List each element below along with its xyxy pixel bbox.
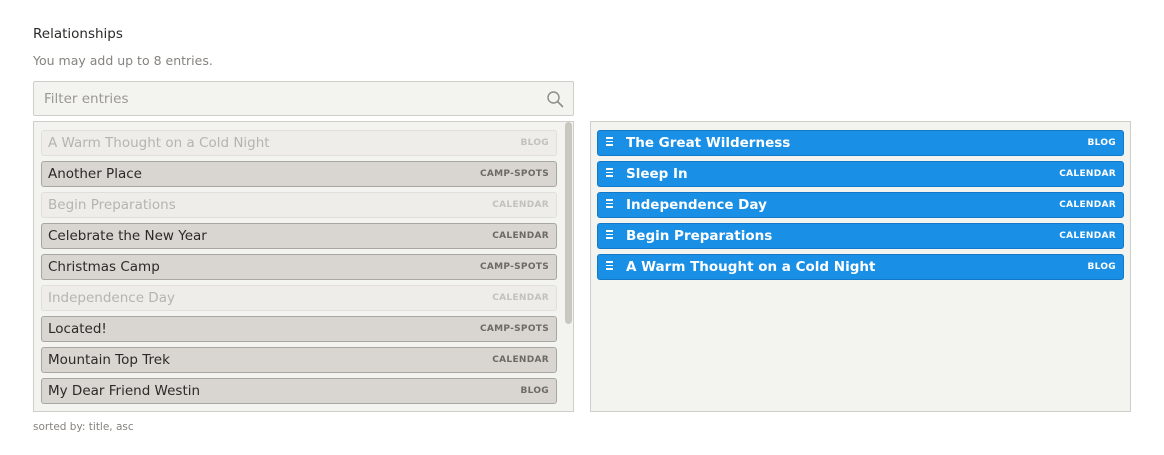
scrollbar[interactable] xyxy=(564,122,573,411)
entry-title: Christmas Camp xyxy=(48,259,160,275)
scrollbar-thumb[interactable] xyxy=(565,122,572,324)
chosen-entry-title: Sleep In xyxy=(626,166,688,182)
entry-title: Located! xyxy=(48,321,107,337)
field-instructions: You may add up to 8 entries. xyxy=(33,53,213,68)
field-label: Relationships xyxy=(33,26,123,42)
available-entry[interactable]: Christmas Camp CAMP-SPOTS xyxy=(41,254,557,280)
available-entry: Begin Preparations CALENDAR xyxy=(41,192,557,218)
entry-title: Celebrate the New Year xyxy=(48,228,207,244)
available-entry[interactable]: Located! CAMP-SPOTS xyxy=(41,316,557,342)
drag-handle-icon[interactable] xyxy=(606,261,614,273)
available-entries-list: A Warm Thought on a Cold Night BLOG Anothe… xyxy=(41,130,557,409)
entry-title: Independence Day xyxy=(48,290,175,306)
chosen-entry-title: A Warm Thought on a Cold Night xyxy=(626,259,876,275)
chosen-entry[interactable]: The Great Wilderness BLOG xyxy=(597,130,1124,156)
entry-title: A Warm Thought on a Cold Night xyxy=(48,135,270,151)
drag-handle-icon[interactable] xyxy=(606,230,614,242)
entry-section-tag: CALENDAR xyxy=(492,355,549,365)
chosen-entry-section-tag: BLOG xyxy=(1087,138,1116,148)
chosen-entry-title: Begin Preparations xyxy=(626,228,773,244)
chosen-entry-section-tag: CALENDAR xyxy=(1059,231,1116,241)
available-entry[interactable]: Mountain Top Trek CALENDAR xyxy=(41,347,557,373)
entry-title: Mountain Top Trek xyxy=(48,352,170,368)
entry-section-tag: CAMP-SPOTS xyxy=(479,324,549,334)
available-entry: Independence Day CALENDAR xyxy=(41,285,557,311)
chosen-entry-section-tag: CALENDAR xyxy=(1059,169,1116,179)
entry-title: Another Place xyxy=(48,166,142,182)
entry-section-tag: CAMP-SPOTS xyxy=(479,262,549,272)
entry-section-tag: CALENDAR xyxy=(492,231,549,241)
available-entry[interactable]: Another Place CAMP-SPOTS xyxy=(41,161,557,187)
drag-handle-icon[interactable] xyxy=(606,137,614,149)
drag-handle-icon[interactable] xyxy=(606,199,614,211)
entry-title: My Dear Friend Westin xyxy=(48,383,201,399)
available-entries-panel: A Warm Thought on a Cold Night BLOG Anothe… xyxy=(33,121,574,412)
chosen-entries-panel: The Great Wilderness BLOG Sleep In CALENDAR… xyxy=(590,121,1131,412)
entry-section-tag: BLOG xyxy=(520,138,549,148)
entry-section-tag: BLOG xyxy=(520,386,549,396)
entry-title: Begin Preparations xyxy=(48,197,176,213)
filter-input[interactable] xyxy=(34,82,573,115)
sort-note: sorted by: title, asc xyxy=(33,421,134,433)
chosen-entry-section-tag: BLOG xyxy=(1087,262,1116,272)
chosen-entry-section-tag: CALENDAR xyxy=(1059,200,1116,210)
chosen-entry-title: The Great Wilderness xyxy=(626,135,791,151)
chosen-entry[interactable]: Sleep In CALENDAR xyxy=(597,161,1124,187)
search-icon[interactable] xyxy=(546,90,564,108)
chosen-entries-list: The Great Wilderness BLOG Sleep In CALENDAR… xyxy=(597,130,1124,285)
entry-section-tag: CALENDAR xyxy=(492,200,549,210)
entry-section-tag: CAMP-SPOTS xyxy=(479,169,549,179)
chosen-entry-title: Independence Day xyxy=(626,197,767,213)
drag-handle-icon[interactable] xyxy=(606,168,614,180)
chosen-entry[interactable]: A Warm Thought on a Cold Night BLOG xyxy=(597,254,1124,280)
chosen-entry[interactable]: Independence Day CALENDAR xyxy=(597,192,1124,218)
entry-section-tag: CALENDAR xyxy=(492,293,549,303)
chosen-entry[interactable]: Begin Preparations CALENDAR xyxy=(597,223,1124,249)
available-entry: A Warm Thought on a Cold Night BLOG xyxy=(41,130,557,156)
available-entry[interactable]: My Dear Friend Westin BLOG xyxy=(41,378,557,404)
available-entry[interactable]: Celebrate the New Year CALENDAR xyxy=(41,223,557,249)
filter-box xyxy=(33,81,574,116)
